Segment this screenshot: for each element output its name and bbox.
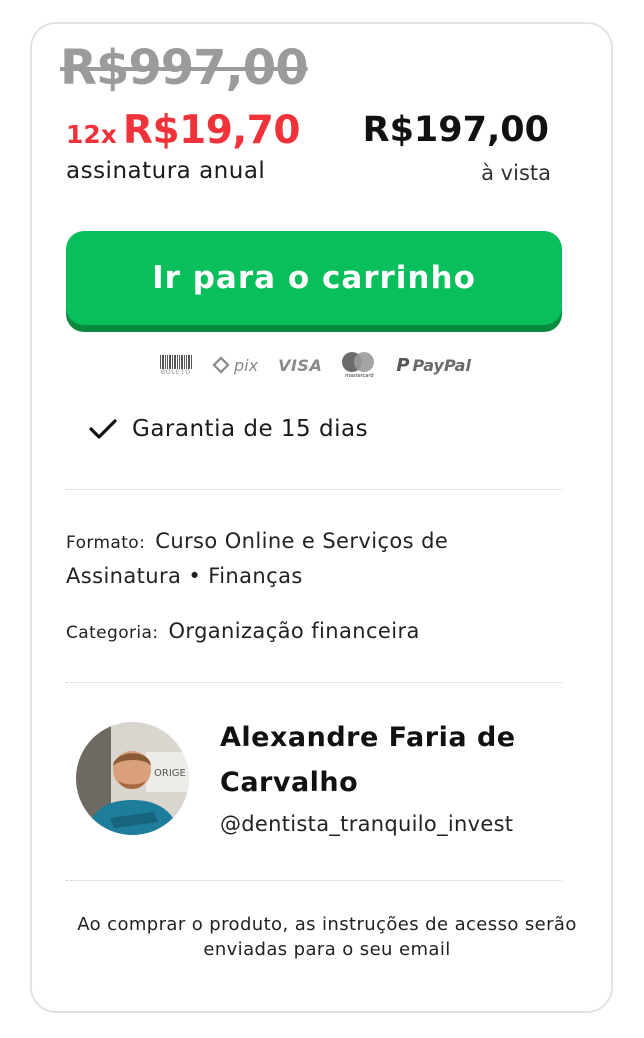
- category-label: Categoria:: [66, 623, 159, 643]
- boleto-icon: BOLETO: [160, 354, 192, 376]
- author-handle[interactable]: @dentista_tranquilo_invest: [220, 812, 513, 836]
- boleto-label: BOLETO: [160, 368, 192, 376]
- visa-label: VISA: [278, 355, 323, 375]
- mastercard-label: mastercard: [345, 372, 374, 379]
- divider: [66, 682, 562, 683]
- payment-methods: BOLETO pix VISA mastercard P PayPal: [160, 350, 490, 380]
- cash-price: R$197,00: [362, 110, 549, 150]
- category-value: Organização financeira: [168, 619, 420, 643]
- format-info: Formato: Curso Online e Serviços de Assin…: [66, 525, 546, 593]
- plan-label: assinatura anual: [66, 158, 266, 184]
- paypal-label: PayPal: [412, 355, 471, 375]
- purchase-instructions: Ao comprar o produto, as instruções de a…: [77, 914, 577, 960]
- guarantee-row: Garantia de 15 dias: [88, 416, 368, 442]
- installment-count: 12x: [66, 120, 117, 149]
- guarantee-text: Garantia de 15 dias: [132, 416, 369, 442]
- go-to-cart-button[interactable]: Ir para o carrinho: [66, 231, 562, 325]
- divider: [66, 489, 562, 490]
- mastercard-icon: mastercard: [342, 351, 376, 379]
- author-avatar: ORIGE: [76, 722, 189, 835]
- category-info: Categoria: Organização financeira: [66, 615, 546, 650]
- author-name: Alexandre Faria de Carvalho: [220, 722, 516, 798]
- check-icon: [89, 419, 117, 439]
- divider: [66, 880, 562, 881]
- installment-amount: R$19,70: [122, 108, 301, 153]
- visa-icon: VISA: [278, 356, 322, 375]
- pix-label: pix: [234, 355, 259, 375]
- paypal-icon: P PayPal: [396, 354, 471, 376]
- svg-text:ORIGE: ORIGE: [154, 768, 186, 779]
- old-price: R$997,00: [60, 40, 309, 96]
- cash-label: à vista: [481, 161, 551, 185]
- pix-icon: pix: [212, 356, 258, 375]
- format-label: Formato:: [66, 533, 146, 553]
- installment-price: 12x R$19,70: [66, 108, 300, 153]
